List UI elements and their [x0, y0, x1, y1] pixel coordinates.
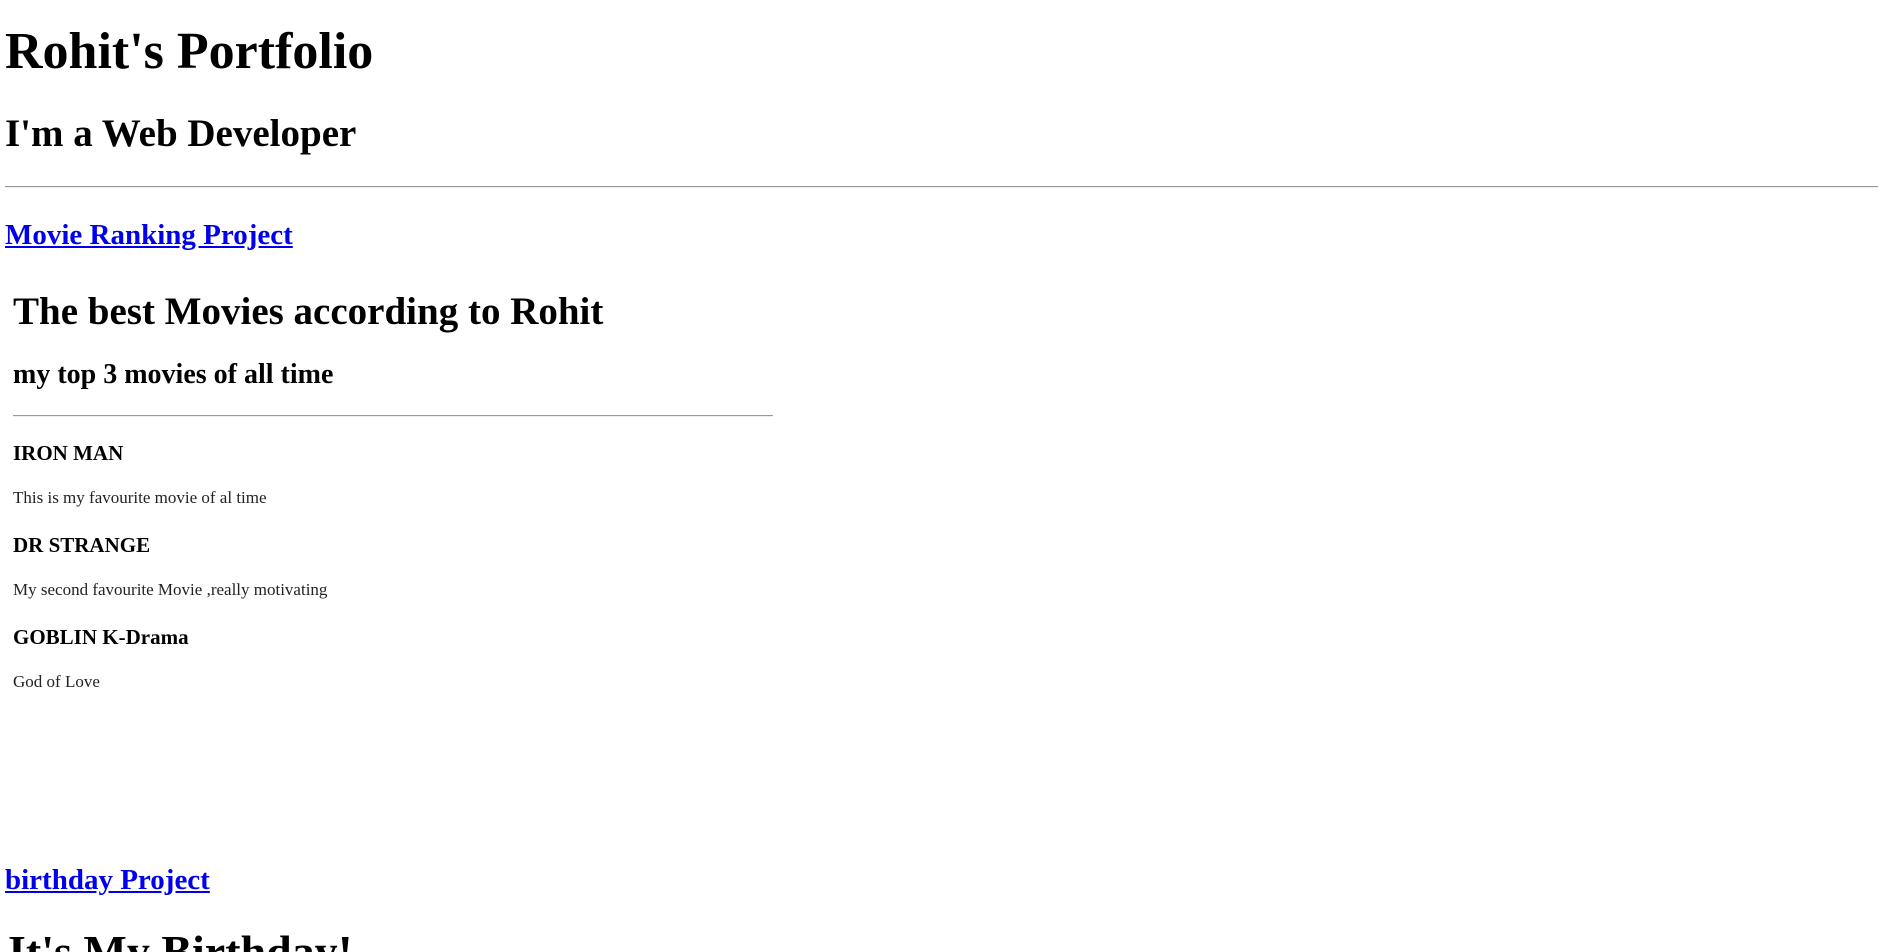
page-title: Rohit's Portfolio	[5, 23, 374, 80]
portfolio-page: Rohit's Portfolio I'm a Web Developer Mo…	[0, 0, 1888, 952]
movie-description: My second favourite Movie ,really motiva…	[13, 580, 328, 599]
birthday-project-link[interactable]: birthday Project	[5, 863, 210, 897]
page-subtitle: I'm a Web Developer	[5, 112, 357, 155]
movie-description: This is my favourite movie of al time	[13, 488, 267, 507]
movie-name: IRON MAN	[13, 441, 124, 465]
movie-ranking-embed: The best Movies according to Rohit my to…	[13, 288, 773, 708]
movie-name: DR STRANGE	[13, 533, 151, 557]
movie-description: God of Love	[13, 672, 100, 691]
movie-name: GOBLIN K-Drama	[13, 625, 189, 649]
movie-ranking-project-link[interactable]: Movie Ranking Project	[5, 218, 293, 252]
movie-embed-subtitle: my top 3 movies of all time	[13, 359, 334, 390]
birthday-embed-title: It's My Birthday!	[8, 926, 353, 952]
header-divider	[5, 186, 1878, 188]
movie-embed-title: The best Movies according to Rohit	[13, 290, 604, 333]
movie-embed-divider	[13, 415, 773, 417]
